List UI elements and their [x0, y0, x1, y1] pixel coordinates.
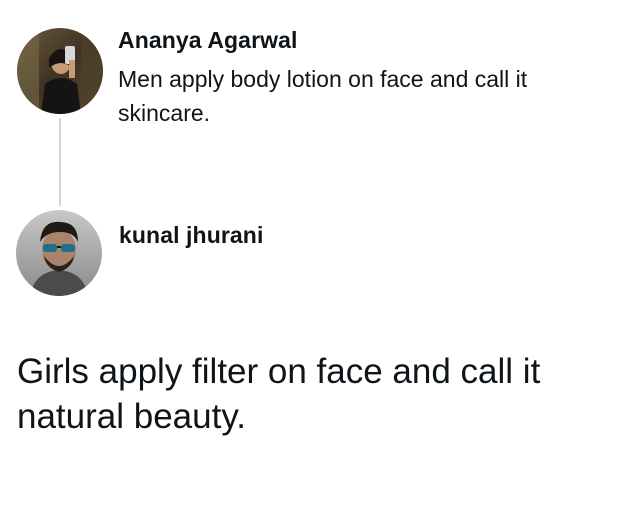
original-tweet-text: Men apply body lotion on face and call i… — [118, 66, 528, 126]
original-author-name[interactable]: Ananya Agarwal — [118, 27, 298, 54]
profile-photo-icon — [16, 210, 102, 296]
kunal-avatar[interactable] — [16, 210, 102, 296]
thread-connector-line — [59, 118, 61, 206]
ananya-avatar[interactable] — [17, 28, 103, 114]
reply-author-name[interactable]: kunal jhurani — [119, 222, 263, 249]
profile-photo-icon — [17, 28, 103, 114]
reply-tweet-text: Girls apply filter on face and call it n… — [17, 352, 541, 436]
